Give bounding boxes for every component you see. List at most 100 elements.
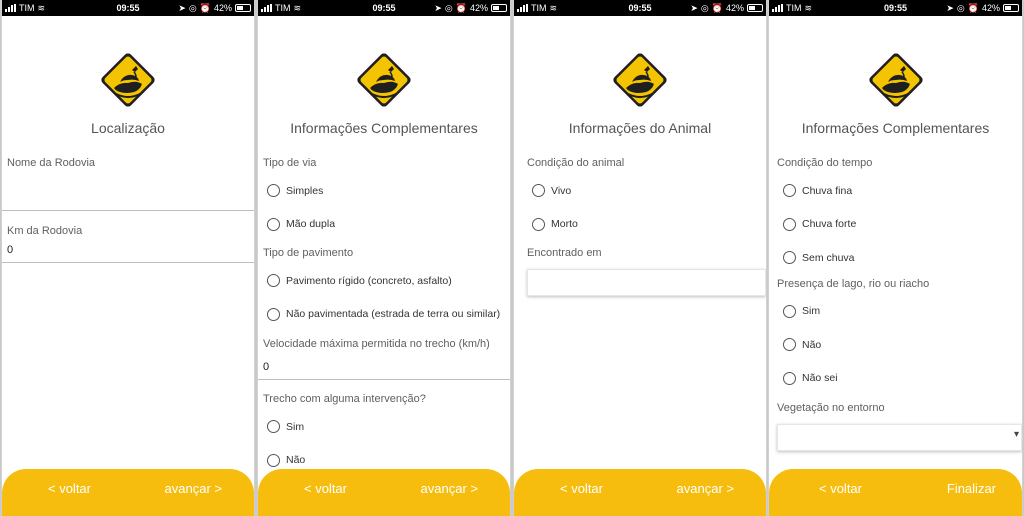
radio-circle[interactable] bbox=[267, 184, 280, 198]
radio-circle[interactable] bbox=[783, 304, 796, 318]
radio-circle[interactable] bbox=[783, 184, 796, 198]
next-button[interactable]: avançar > bbox=[677, 481, 734, 496]
status-time: 09:55 bbox=[883, 3, 908, 13]
page-title: Localização bbox=[91, 120, 165, 136]
radio-circle[interactable] bbox=[783, 338, 796, 352]
alarm-icon: ⏰ bbox=[711, 2, 723, 13]
radio-circle[interactable] bbox=[783, 371, 796, 385]
water-label: Presença de lago, rio ou riacho bbox=[777, 277, 930, 290]
radio-circle[interactable] bbox=[267, 307, 280, 321]
lock-rotation-icon: ◎ bbox=[700, 2, 709, 13]
speed-label: Velocidade máxima permitida no trecho (k… bbox=[263, 338, 490, 350]
lock-rotation-icon: ◎ bbox=[956, 2, 965, 13]
app-logo-icon bbox=[354, 50, 414, 110]
page-title: Informações do Animal bbox=[568, 120, 712, 136]
wifi-icon: ≋ bbox=[293, 2, 302, 13]
location-icon: ➤ bbox=[434, 2, 442, 13]
finish-button[interactable]: Finalizar bbox=[947, 481, 996, 496]
page-title: Informações Complementares bbox=[290, 120, 478, 136]
battery-percent: 42% bbox=[981, 3, 1000, 13]
back-button[interactable]: < voltar bbox=[819, 481, 862, 496]
signal-icon bbox=[5, 4, 16, 12]
battery-icon bbox=[491, 4, 507, 12]
battery-icon bbox=[747, 4, 763, 12]
radio-condition-vivo[interactable]: Vivo bbox=[514, 174, 766, 208]
signal-icon bbox=[517, 4, 528, 12]
battery-icon bbox=[235, 4, 251, 12]
page-title: Informações Complementares bbox=[801, 120, 990, 136]
back-button[interactable]: < voltar bbox=[560, 481, 603, 496]
alarm-icon: ⏰ bbox=[199, 2, 211, 13]
bottom-nav-bar: < voltar avançar > bbox=[258, 469, 510, 516]
weather-label: Condição do tempo bbox=[777, 157, 873, 169]
found-in-label: Encontrado em bbox=[527, 247, 602, 259]
radio-weather-sem-chuva[interactable]: Sem chuva bbox=[769, 241, 1022, 275]
road-km-input[interactable]: 0 bbox=[2, 241, 254, 263]
radio-circle[interactable] bbox=[267, 274, 280, 288]
next-button[interactable]: avançar > bbox=[165, 481, 222, 496]
status-bar: TIM ≋ 09:55 ➤ ◎ ⏰ 42% bbox=[258, 0, 510, 16]
road-type-label: Tipo de via bbox=[263, 157, 317, 169]
radio-circle[interactable] bbox=[783, 251, 796, 265]
battery-percent: 42% bbox=[725, 3, 744, 13]
status-bar: TIM ≋ 09:55 ➤ ◎ ⏰ 42% bbox=[514, 0, 766, 16]
radio-weather-chuva-forte[interactable]: Chuva forte bbox=[769, 208, 1022, 242]
radio-weather-chuva-fina[interactable]: Chuva fina bbox=[769, 174, 1022, 208]
vegetation-dropdown[interactable]: ▾ bbox=[777, 424, 1022, 451]
intervention-label: Trecho com alguma intervenção? bbox=[263, 393, 426, 405]
location-icon: ➤ bbox=[178, 2, 186, 13]
next-button[interactable]: avançar > bbox=[421, 481, 478, 496]
found-in-dropdown[interactable] bbox=[527, 269, 766, 296]
road-name-label: Nome da Rodovia bbox=[7, 157, 96, 169]
road-name-input[interactable] bbox=[2, 173, 254, 211]
radio-circle[interactable] bbox=[783, 217, 796, 231]
location-icon: ➤ bbox=[690, 2, 698, 13]
carrier: TIM bbox=[19, 3, 35, 13]
status-time: 09:55 bbox=[628, 3, 652, 13]
speed-input[interactable]: 0 bbox=[258, 354, 510, 380]
battery-percent: 42% bbox=[213, 3, 232, 13]
screen-info-complementares-via: TIM ≋ 09:55 ➤ ◎ ⏰ 42% Informações Complement… bbox=[257, 0, 511, 516]
lock-rotation-icon: ◎ bbox=[444, 2, 453, 13]
radio-circle[interactable] bbox=[532, 217, 545, 231]
radio-circle[interactable] bbox=[267, 217, 280, 231]
radio-condition-morto[interactable]: Morto bbox=[514, 208, 766, 242]
status-bar: TIM ≋ 09:55 ➤ ◎ ⏰ 42% bbox=[769, 0, 1022, 16]
pavement-label: Tipo de pavimento bbox=[263, 247, 354, 259]
alarm-icon: ⏰ bbox=[455, 2, 467, 13]
radio-water-nao-sei[interactable]: Não sei bbox=[769, 362, 1022, 396]
radio-pavement-nao-pavimentada[interactable]: Não pavimentada (estrada de terra ou sim… bbox=[258, 298, 510, 332]
screen-info-complementares-ambiente: TIM ≋ 09:55 ➤ ◎ ⏰ 42% Informações Complement… bbox=[768, 0, 1023, 516]
signal-icon bbox=[772, 4, 783, 12]
wifi-icon: ≋ bbox=[37, 2, 46, 13]
app-logo-icon bbox=[866, 50, 926, 110]
radio-intervention-sim[interactable]: Sim bbox=[258, 410, 510, 444]
radio-water-nao[interactable]: Não bbox=[769, 328, 1022, 362]
radio-circle[interactable] bbox=[532, 184, 545, 198]
bottom-nav-bar: < voltar avançar > bbox=[2, 469, 254, 516]
carrier: TIM bbox=[786, 3, 802, 13]
carrier: TIM bbox=[531, 3, 547, 13]
vegetation-label: Vegetação no entorno bbox=[777, 402, 885, 414]
bottom-nav-bar: < voltar avançar > bbox=[514, 469, 766, 516]
radio-road-type-simples[interactable]: Simples bbox=[258, 174, 510, 208]
app-logo-icon bbox=[610, 50, 670, 110]
status-bar: TIM ≋ 09:55 ➤ ◎ ⏰ 42% bbox=[2, 0, 254, 16]
speed-value: 0 bbox=[263, 361, 270, 373]
radio-pavement-rigido[interactable]: Pavimento rígido (concreto, asfalto) bbox=[258, 264, 510, 298]
battery-icon bbox=[1003, 4, 1019, 12]
radio-circle[interactable] bbox=[267, 453, 280, 467]
radio-road-type-mao-dupla[interactable]: Mão dupla bbox=[258, 208, 510, 242]
signal-icon bbox=[261, 4, 272, 12]
lock-rotation-icon: ◎ bbox=[188, 2, 197, 13]
back-button[interactable]: < voltar bbox=[304, 481, 347, 496]
radio-water-sim[interactable]: Sim bbox=[769, 295, 1022, 329]
screen-localizacao: TIM ≋ 09:55 ➤ ◎ ⏰ 42% Localização Nome da Ro… bbox=[1, 0, 255, 516]
road-km-label: Km da Rodovia bbox=[7, 225, 83, 237]
location-icon: ➤ bbox=[946, 2, 954, 13]
wifi-icon: ≋ bbox=[804, 2, 813, 13]
carrier: TIM bbox=[275, 3, 291, 13]
back-button[interactable]: < voltar bbox=[48, 481, 91, 496]
radio-circle[interactable] bbox=[267, 420, 280, 434]
bottom-nav-bar: < voltar Finalizar bbox=[769, 469, 1022, 516]
